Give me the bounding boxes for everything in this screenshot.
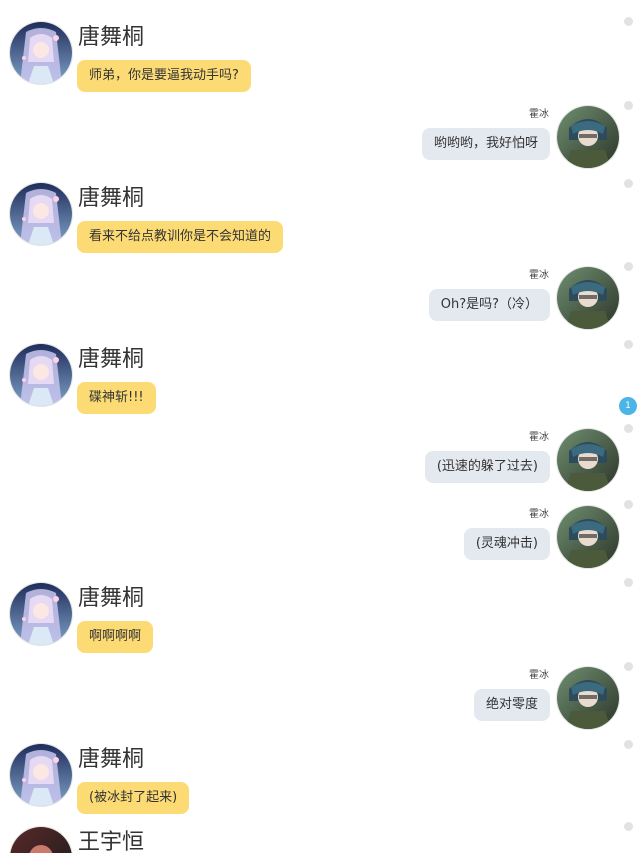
- avatar[interactable]: [9, 826, 73, 853]
- message-bubble[interactable]: 看来不给点教训你是不会知道的: [77, 221, 284, 253]
- chat-message: 霍冰 (灵魂冲击): [0, 505, 640, 569]
- chat-message: 唐舞桐 师弟，你是要逼我动手吗?: [0, 21, 640, 92]
- speaker-name: 霍冰: [529, 432, 549, 443]
- message-bubble[interactable]: 啊啊啊啊: [77, 621, 154, 653]
- avatar[interactable]: [556, 428, 620, 492]
- speaker-name: 唐舞桐: [78, 747, 145, 772]
- indicator-dot[interactable]: [624, 179, 633, 188]
- unread-badge[interactable]: 1: [619, 397, 637, 415]
- speaker-name: 霍冰: [529, 270, 549, 281]
- message-bubble[interactable]: 碟神斩!!!: [77, 382, 156, 414]
- speaker-name: 唐舞桐: [78, 25, 145, 50]
- speaker-name: 霍冰: [529, 509, 549, 520]
- avatar[interactable]: [9, 21, 73, 85]
- chat-message: 唐舞桐 啊啊啊啊: [0, 582, 640, 653]
- message-bubble[interactable]: (被冰封了起来): [77, 782, 190, 814]
- indicator-dot[interactable]: [624, 340, 633, 349]
- avatar[interactable]: [556, 105, 620, 169]
- avatar[interactable]: [9, 743, 73, 807]
- indicator-dot[interactable]: [624, 262, 633, 271]
- message-bubble[interactable]: (灵魂冲击): [463, 528, 550, 560]
- speaker-name: 唐舞桐: [78, 347, 145, 372]
- chat-message: 唐舞桐 (被冰封了起来): [0, 743, 640, 814]
- chat-message: 霍冰 哟哟哟，我好怕呀: [0, 105, 640, 169]
- speaker-name: 霍冰: [529, 109, 549, 120]
- chat-message: 唐舞桐 碟神斩!!!: [0, 343, 640, 414]
- avatar[interactable]: [556, 266, 620, 330]
- message-bubble[interactable]: Oh?是吗?（冷）: [428, 289, 550, 321]
- message-bubble[interactable]: (迅速的躲了过去): [424, 451, 550, 483]
- message-bubble[interactable]: 师弟，你是要逼我动手吗?: [77, 60, 251, 92]
- avatar[interactable]: [556, 505, 620, 569]
- indicator-dot[interactable]: [624, 17, 633, 26]
- avatar[interactable]: [9, 182, 73, 246]
- avatar[interactable]: [9, 343, 73, 407]
- chat-message: 王宇恒: [0, 826, 640, 853]
- chat-message: 唐舞桐 看来不给点教训你是不会知道的: [0, 182, 640, 253]
- speaker-name: 王宇恒: [78, 830, 145, 853]
- chat-message: 霍冰 绝对零度: [0, 666, 640, 730]
- speaker-name: 唐舞桐: [78, 586, 145, 611]
- speaker-name: 唐舞桐: [78, 186, 145, 211]
- avatar[interactable]: [556, 666, 620, 730]
- message-bubble[interactable]: 绝对零度: [473, 689, 550, 721]
- chat-message: 霍冰 Oh?是吗?（冷）: [0, 266, 640, 330]
- message-bubble[interactable]: 哟哟哟，我好怕呀: [421, 128, 550, 160]
- chat-message: 霍冰 (迅速的躲了过去): [0, 428, 640, 492]
- avatar[interactable]: [9, 582, 73, 646]
- speaker-name: 霍冰: [529, 670, 549, 681]
- indicator-dot[interactable]: [624, 101, 633, 110]
